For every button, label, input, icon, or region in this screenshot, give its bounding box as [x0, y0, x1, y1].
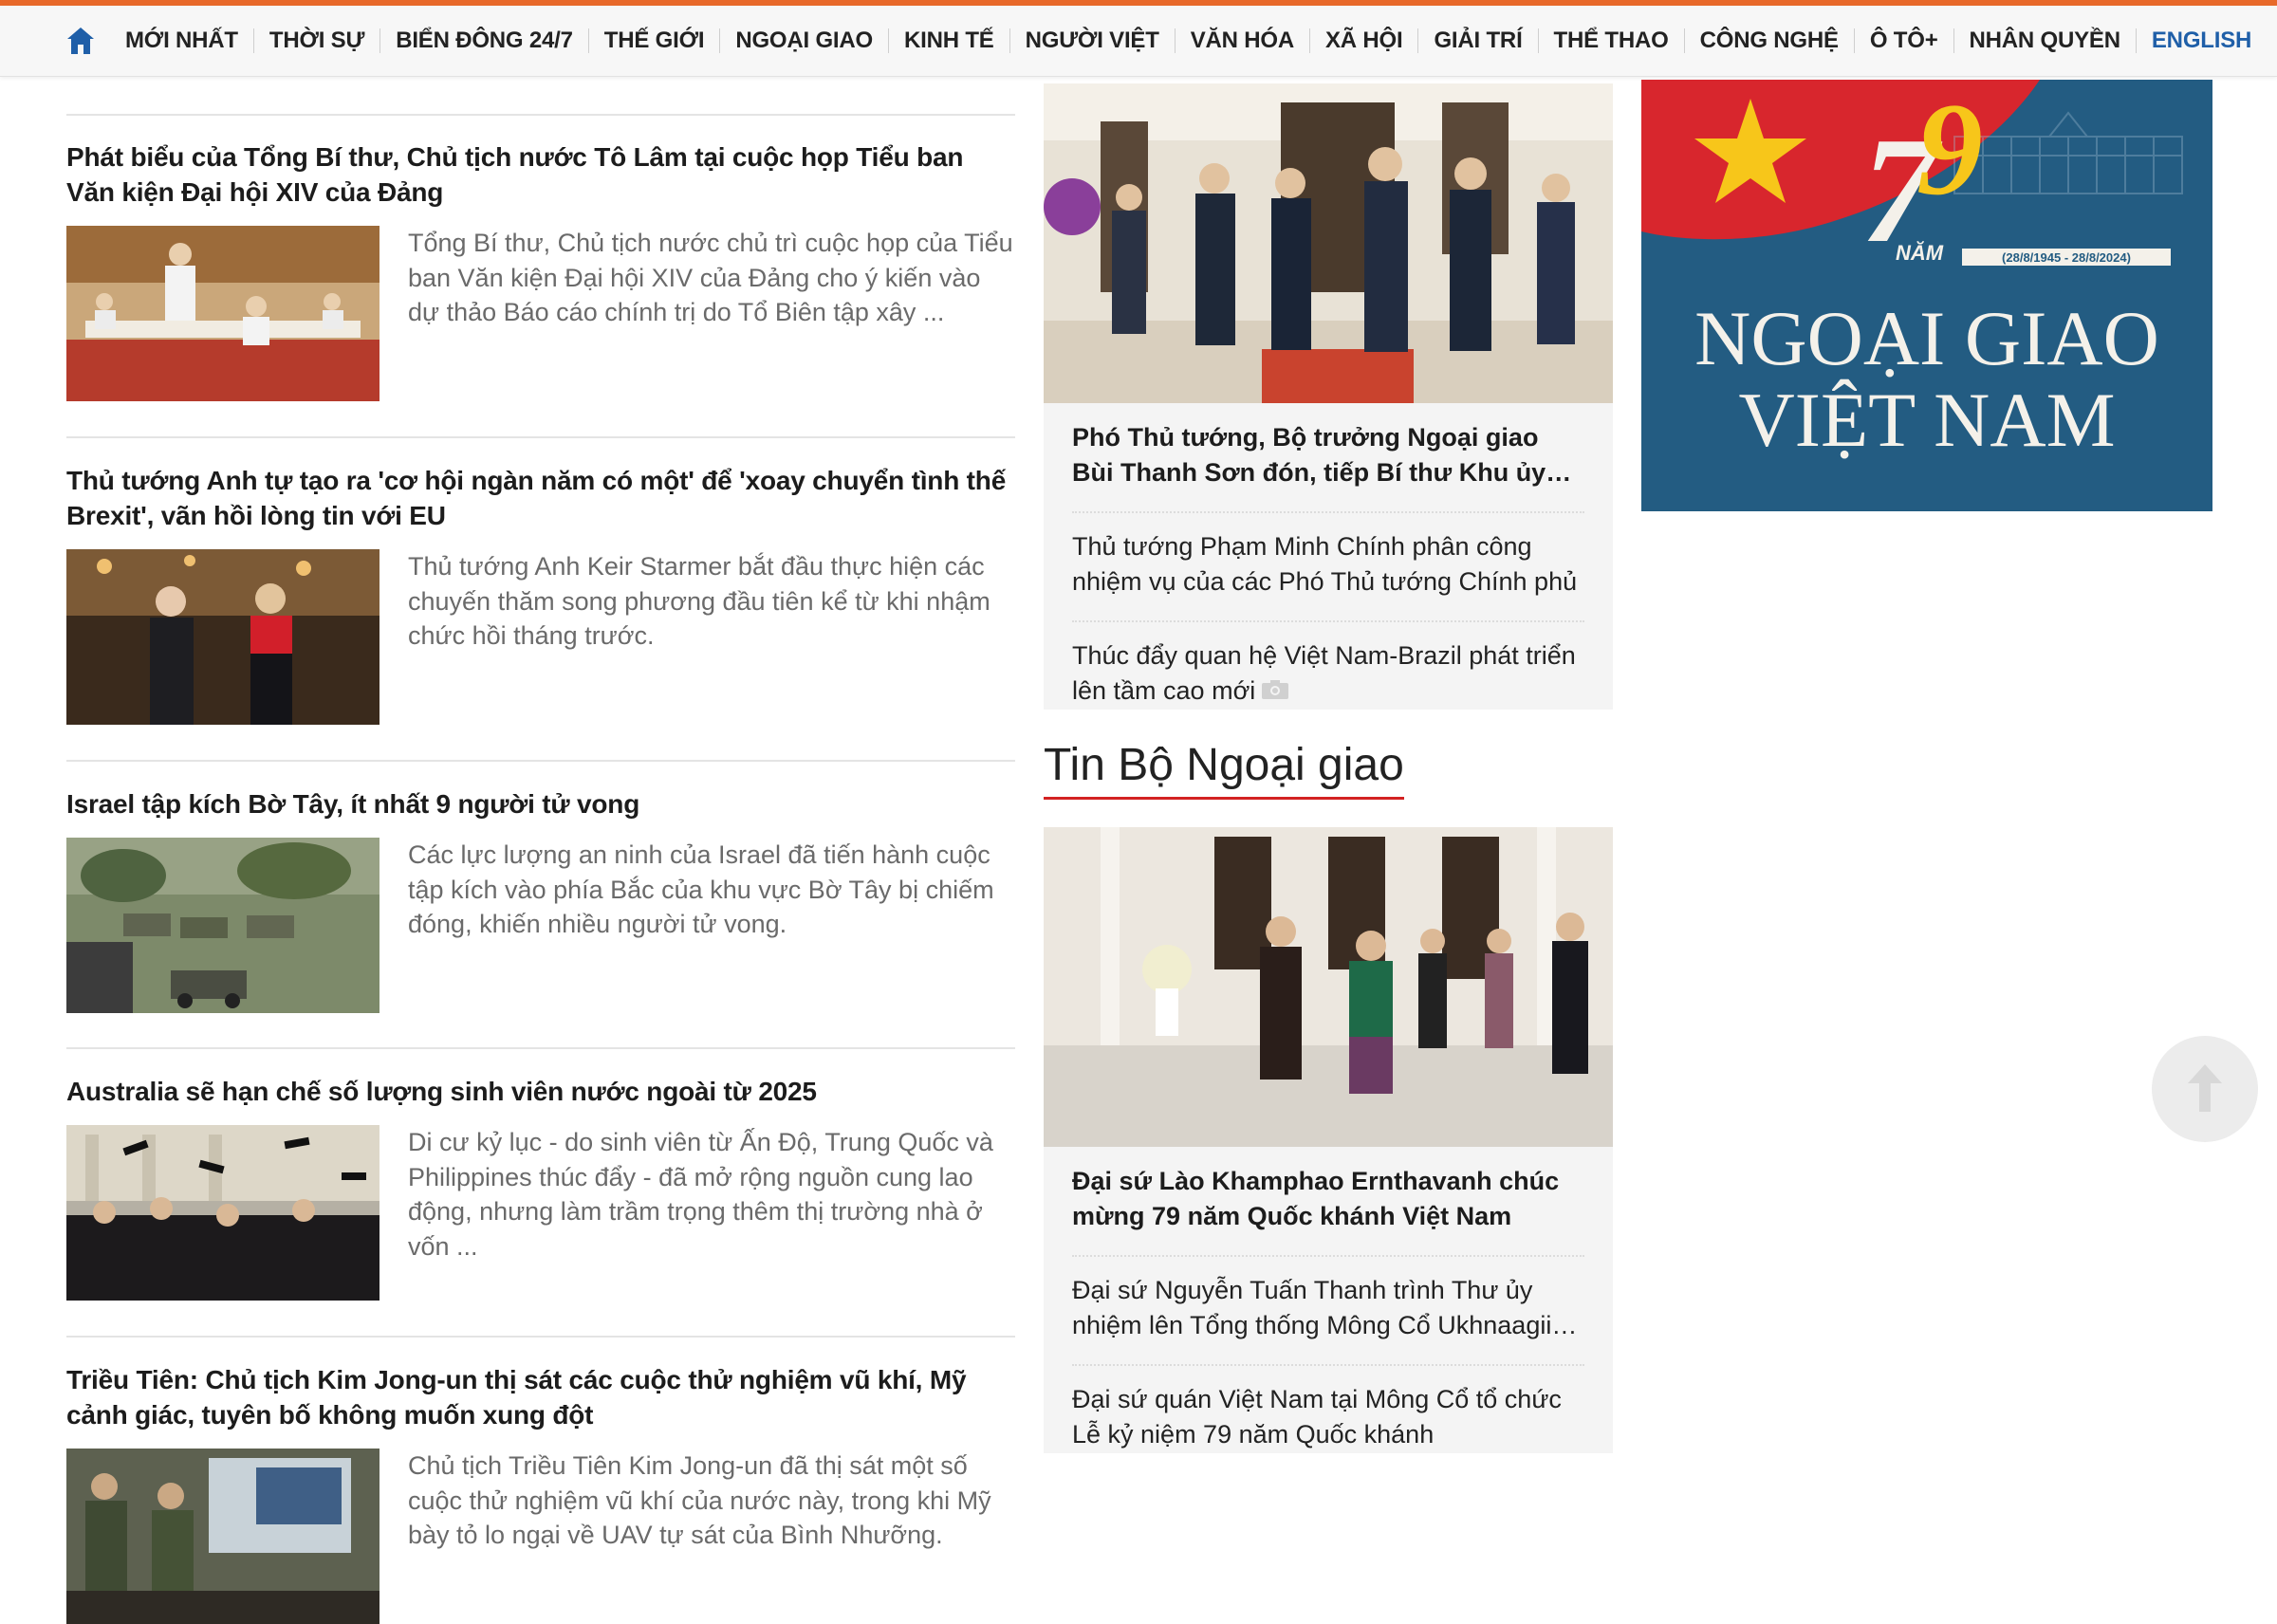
- divider: [66, 1047, 1015, 1049]
- nav-item-cong-nghe[interactable]: CÔNG NGHỆ: [1683, 28, 1854, 53]
- article-thumbnail[interactable]: [66, 226, 380, 401]
- section-title[interactable]: Tin Bộ Ngoại giao: [1044, 740, 1404, 800]
- list-item: Israel tập kích Bờ Tây, ít nhất 9 người …: [66, 786, 1015, 1013]
- banner-79-nam-ngoai-giao[interactable]: 7 9 NĂM (28/8/1945 - 28/8/2024) NGOẠI GI…: [1641, 80, 2212, 511]
- news-link-text: Thúc đẩy quan hệ Việt Nam-Brazil phát tr…: [1072, 641, 1576, 705]
- article-summary: Tổng Bí thư, Chủ tịch nước chủ trì cuộc …: [408, 229, 1013, 326]
- divider: [66, 1336, 1015, 1338]
- list-item: Phát biểu của Tổng Bí thư, Chủ tịch nước…: [66, 139, 1015, 401]
- nav-menu: MỚI NHẤT THỜI SỰ BIỂN ĐÔNG 24/7 THẾ GIỚI…: [110, 6, 2267, 76]
- news-link[interactable]: Đại sứ Nguyễn Tuấn Thanh trình Thư ủy nh…: [1072, 1273, 1584, 1343]
- nav-item-moi-nhat[interactable]: MỚI NHẤT: [110, 28, 253, 53]
- banner-digit-9: 9: [1916, 80, 1983, 223]
- article-title[interactable]: Triều Tiên: Chủ tịch Kim Jong-un thị sát…: [66, 1362, 1015, 1432]
- list-item: Thủ tướng Anh tự tạo ra 'cơ hội ngàn năm…: [66, 463, 1015, 725]
- article-title[interactable]: Thủ tướng Anh tự tạo ra 'cơ hội ngàn năm…: [66, 463, 1015, 533]
- list-item: Australia sẽ hạn chế số lượng sinh viên …: [66, 1074, 1015, 1301]
- nav-item-bien-dong[interactable]: BIỂN ĐÔNG 24/7: [380, 28, 588, 53]
- banner-line1: NGOẠI GIAO: [1694, 295, 2159, 381]
- camera-icon: [1261, 674, 1289, 710]
- banner-nam: NĂM: [1896, 241, 1944, 265]
- divider: [1072, 620, 1584, 623]
- divider: [1072, 1364, 1584, 1367]
- featured-headline[interactable]: Đại sứ Lào Khamphao Ernthavanh chúc mừng…: [1072, 1164, 1584, 1234]
- nav-item-nguoi-viet[interactable]: NGƯỜI VIỆT: [1009, 28, 1175, 53]
- featured-image[interactable]: [1044, 83, 1613, 403]
- list-item: Triều Tiên: Chủ tịch Kim Jong-un thị sát…: [66, 1362, 1015, 1624]
- divider: [1072, 1255, 1584, 1258]
- nav-item-the-thao[interactable]: THỂ THAO: [1537, 28, 1684, 53]
- article-summary: Di cư kỷ lục - do sinh viên từ Ấn Độ, Tr…: [408, 1128, 993, 1261]
- banner-dates: (28/8/1945 - 28/8/2024): [2002, 250, 2131, 265]
- news-link[interactable]: Thủ tướng Phạm Minh Chính phân công nhiệ…: [1072, 529, 1584, 600]
- article-thumbnail[interactable]: [66, 549, 380, 725]
- article-title[interactable]: Israel tập kích Bờ Tây, ít nhất 9 người …: [66, 786, 1015, 821]
- article-summary: Chủ tịch Triều Tiên Kim Jong-un đã thị s…: [408, 1451, 991, 1549]
- scroll-to-top-button[interactable]: [2152, 1036, 2258, 1142]
- divider: [66, 436, 1015, 438]
- arrow-up-icon: [2152, 1064, 2258, 1146]
- ngoai-giao-box: Phó Thủ tướng, Bộ trưởng Ngoại giao Bùi …: [1044, 83, 1613, 710]
- featured-headline[interactable]: Phó Thủ tướng, Bộ trưởng Ngoại giao Bùi …: [1072, 420, 1584, 490]
- tin-bo-box: Đại sứ Lào Khamphao Ernthavanh chúc mừng…: [1044, 827, 1613, 1453]
- nav-item-o-to[interactable]: Ô TÔ+: [1853, 28, 1953, 53]
- article-summary: Các lực lượng an ninh của Israel đã tiến…: [408, 840, 994, 938]
- news-link[interactable]: Đại sứ quán Việt Nam tại Mông Cổ tổ chức…: [1072, 1382, 1584, 1452]
- featured-image[interactable]: [1044, 827, 1613, 1147]
- news-link[interactable]: Thúc đẩy quan hệ Việt Nam-Brazil phát tr…: [1072, 638, 1584, 710]
- article-title[interactable]: Phát biểu của Tổng Bí thư, Chủ tịch nước…: [66, 139, 1015, 210]
- nav-item-kinh-te[interactable]: KINH TẾ: [888, 28, 1009, 53]
- nav-item-english[interactable]: ENGLISH: [2135, 28, 2267, 53]
- article-thumbnail[interactable]: [66, 1449, 380, 1624]
- divider: [66, 114, 1015, 116]
- article-thumbnail[interactable]: [66, 1125, 380, 1301]
- article-thumbnail[interactable]: [66, 838, 380, 1013]
- divider: [1072, 511, 1584, 514]
- home-icon[interactable]: [65, 25, 97, 57]
- divider: [66, 760, 1015, 762]
- nav-item-the-gioi[interactable]: THẾ GIỚI: [587, 28, 720, 53]
- nav-item-giai-tri[interactable]: GIẢI TRÍ: [1417, 28, 1537, 53]
- nav-item-van-hoa[interactable]: VĂN HÓA: [1174, 28, 1309, 53]
- nav-item-ngoai-giao[interactable]: NGOẠI GIAO: [719, 28, 888, 53]
- banner-line2: VIỆT NAM: [1738, 377, 2115, 463]
- nav-item-xa-hoi[interactable]: XÃ HỘI: [1308, 28, 1417, 53]
- article-title[interactable]: Australia sẽ hạn chế số lượng sinh viên …: [66, 1074, 1015, 1109]
- main-nav: MỚI NHẤT THỜI SỰ BIỂN ĐÔNG 24/7 THẾ GIỚI…: [0, 6, 2277, 77]
- nav-item-thoi-su[interactable]: THỜI SỰ: [252, 28, 380, 53]
- nav-item-nhan-quyen[interactable]: NHÂN QUYỀN: [1953, 28, 2136, 53]
- article-summary: Thủ tướng Anh Keir Starmer bắt đầu thực …: [408, 552, 990, 650]
